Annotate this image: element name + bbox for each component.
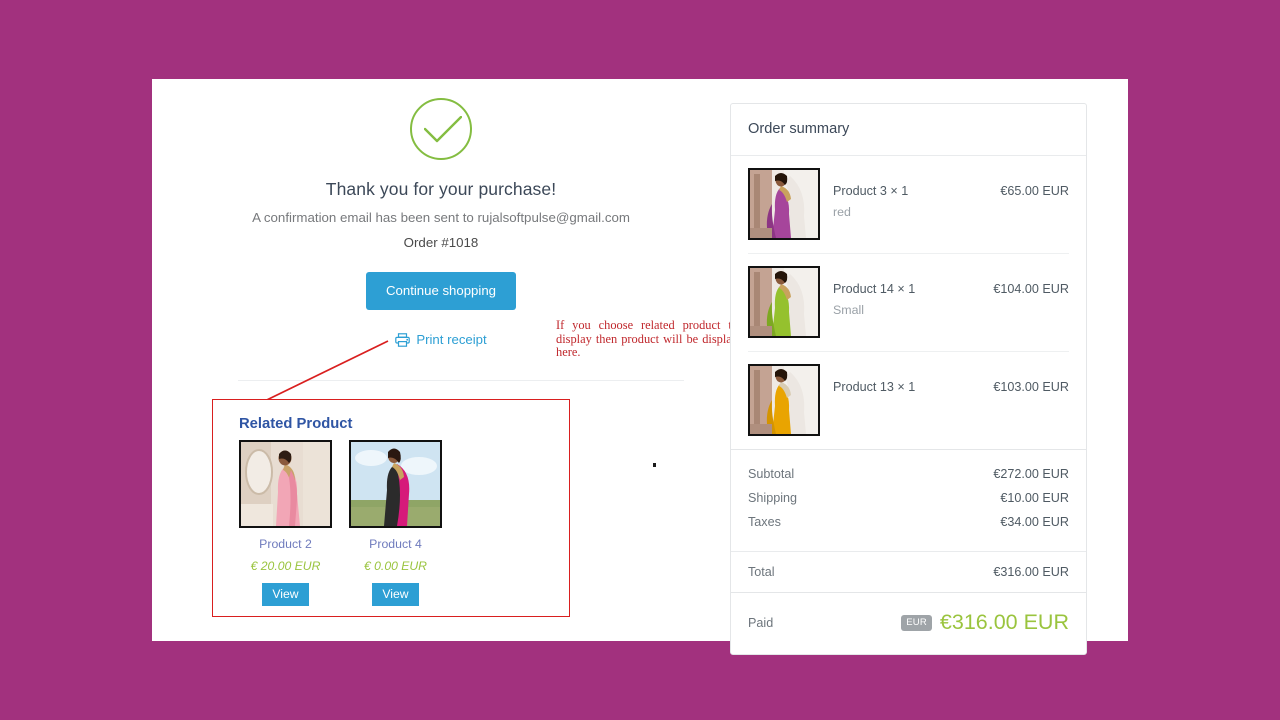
line-item-price: €103.00 EUR <box>993 380 1069 394</box>
confirmation-column: Thank you for your purchase! A confirmat… <box>152 79 738 641</box>
shipping-value: €10.00 EUR <box>1000 491 1069 505</box>
order-summary-panel: Order summary Product 3 × 1 red €65.00 E… <box>730 103 1087 655</box>
annotation-note: If you choose related product to display… <box>556 318 738 360</box>
line-item-price: €65.00 EUR <box>1000 184 1069 198</box>
green-saree-model-thumbnail <box>748 266 820 338</box>
line-item-info: Product 13 × 1 <box>820 364 993 401</box>
print-receipt-link[interactable]: Print receipt <box>395 332 487 347</box>
order-summary-header: Order summary <box>731 104 1086 156</box>
related-product-price: € 0.00 EUR <box>363 559 427 573</box>
line-item-variant: red <box>833 205 851 219</box>
subtotal-row: Subtotal €272.00 EUR <box>748 462 1069 486</box>
order-totals: Subtotal €272.00 EUR Shipping €10.00 EUR… <box>731 449 1086 543</box>
check-circle-icon <box>410 98 472 160</box>
taxes-value: €34.00 EUR <box>1000 515 1069 529</box>
confirmation-block: Thank you for your purchase! A confirmat… <box>152 79 730 352</box>
line-item-price: €104.00 EUR <box>993 282 1069 296</box>
paid-section: Paid EUR €316.00 EUR <box>731 592 1086 654</box>
line-item-variant: Small <box>833 303 864 317</box>
order-summary-title: Order summary <box>748 121 850 137</box>
line-item-name: Product 13 × 1 <box>833 380 916 394</box>
paid-amount-group: EUR €316.00 EUR <box>901 610 1069 635</box>
print-receipt-label: Print receipt <box>416 332 487 347</box>
grand-total-row: Total €316.00 EUR <box>748 565 1069 579</box>
taxes-row: Taxes €34.00 EUR <box>748 510 1069 534</box>
view-product-button[interactable]: View <box>262 583 309 606</box>
line-item-name: Product 14 × 1 <box>833 282 916 296</box>
paid-amount: €316.00 EUR <box>939 610 1069 634</box>
related-product-heading: Related Product <box>239 416 353 432</box>
related-product-price: € 20.00 EUR <box>250 559 321 573</box>
line-item-info: Product 3 × 1 red <box>820 168 1000 219</box>
table-row: Product 14 × 1 Small €104.00 EUR <box>748 254 1069 352</box>
table-row: Product 3 × 1 red €65.00 EUR <box>748 156 1069 254</box>
line-item-info: Product 14 × 1 Small <box>820 266 993 317</box>
related-product-card: Product 4 € 0.00 EUR View <box>349 440 442 606</box>
order-line-items: Product 3 × 1 red €65.00 EUR Product 14 … <box>731 156 1086 449</box>
page-title: Thank you for your purchase! <box>325 179 557 199</box>
grand-total-value: €316.00 EUR <box>993 565 1069 579</box>
related-product-card: Product 2 € 20.00 EUR View <box>239 440 332 606</box>
currency-badge: EUR <box>901 614 932 631</box>
related-product-grid: Product 2 € 20.00 EUR View Product 4 € 0… <box>239 440 569 606</box>
printer-icon <box>395 332 411 347</box>
order-number: Order #1018 <box>403 235 479 250</box>
related-product-section: Related Product Product 2 € 20.00 EUR Vi… <box>212 399 570 617</box>
related-product-name[interactable]: Product 2 <box>239 537 332 551</box>
paid-label: Paid <box>748 615 774 630</box>
shipping-label: Shipping <box>748 491 798 505</box>
subtotal-label: Subtotal <box>748 467 795 481</box>
stray-dot-marker <box>653 463 656 467</box>
related-product-name[interactable]: Product 4 <box>349 537 442 551</box>
magenta-saree-model-thumbnail[interactable] <box>349 440 442 528</box>
grand-total-section: Total €316.00 EUR <box>731 551 1086 592</box>
checkout-confirmation-page: Thank you for your purchase! A confirmat… <box>152 79 1128 655</box>
section-divider <box>238 380 684 381</box>
subtotal-value: €272.00 EUR <box>993 467 1069 481</box>
line-item-name: Product 3 × 1 <box>833 184 909 198</box>
shipping-row: Shipping €10.00 EUR <box>748 486 1069 510</box>
grand-total-label: Total <box>748 565 775 579</box>
continue-shopping-wrap: Continue shopping <box>152 250 730 310</box>
yellow-saree-model-thumbnail <box>748 364 820 436</box>
confirmation-email-text: A confirmation email has been sent to ru… <box>252 210 630 225</box>
pink-saree-model-thumbnail[interactable] <box>239 440 332 528</box>
table-row: Product 13 × 1 €103.00 EUR <box>748 352 1069 449</box>
taxes-label: Taxes <box>748 515 781 529</box>
purple-saree-model-thumbnail <box>748 168 820 240</box>
view-product-button[interactable]: View <box>372 583 419 606</box>
continue-shopping-button[interactable]: Continue shopping <box>366 272 516 310</box>
